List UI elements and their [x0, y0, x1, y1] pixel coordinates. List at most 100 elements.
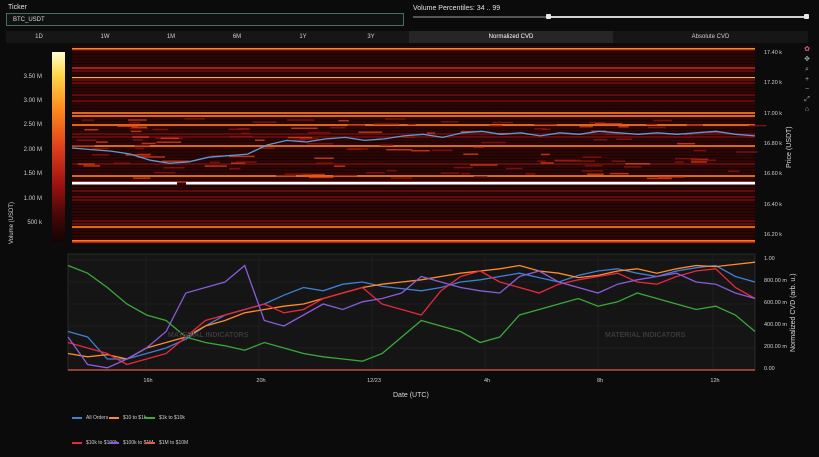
heatmap-cell — [134, 144, 151, 147]
cvd-x-tick: 4h — [483, 378, 491, 384]
zoom-out-icon[interactable]: − — [803, 86, 811, 94]
heatmap-cell — [152, 128, 169, 131]
cvd-x-tick: 8h — [596, 378, 604, 384]
heatmap-cell — [584, 164, 603, 167]
heatmap-cell — [156, 141, 182, 143]
heatmap-cell — [386, 148, 413, 151]
heatmap-band — [72, 115, 755, 118]
zoom-in-icon[interactable]: + — [803, 76, 811, 84]
heatmap-cell — [481, 141, 506, 144]
heatmap-cell — [582, 156, 602, 158]
cvd-x-tick: 12h — [710, 378, 720, 384]
heatmap-band — [72, 67, 755, 70]
cvd-chart[interactable] — [67, 253, 756, 371]
heatmap-band — [72, 214, 755, 217]
heatmap-cell — [130, 127, 148, 130]
heatmap-cell — [609, 172, 629, 175]
heatmap-cell — [307, 143, 333, 145]
heatmap-cell — [128, 122, 141, 124]
heatmap-cell — [386, 169, 397, 172]
heatmap-band — [72, 64, 755, 67]
heatmap-band — [72, 106, 755, 109]
heatmap-cell — [728, 170, 740, 172]
cvd-y-tick: 800.00 m — [764, 278, 787, 284]
heatmap-band — [72, 145, 755, 148]
heatmap-cell — [113, 162, 131, 164]
heatmap-cell — [81, 119, 95, 121]
legend-item-all-orders[interactable]: All Orders — [72, 415, 108, 421]
heatmap-cell — [255, 139, 265, 142]
legend-item-10-1k[interactable]: $10 to $1k — [109, 415, 146, 421]
heatmap-cell — [338, 119, 349, 122]
heatmap-hot-level — [72, 240, 755, 242]
heatmap-band — [72, 46, 755, 49]
heatmap-cell — [489, 125, 503, 127]
heatmap-cell — [441, 121, 459, 123]
heatmap-cell — [541, 128, 551, 131]
heatmap-cell — [358, 131, 383, 133]
cvd-x-tick: 16h — [143, 378, 153, 384]
heatmap-cell — [674, 161, 684, 163]
heatmap-wall — [72, 182, 177, 185]
zoom-icon[interactable]: ⌕ — [803, 66, 811, 74]
price-heatmap[interactable] — [71, 46, 767, 244]
legend-label: $1k to $10k — [159, 415, 185, 421]
heatmap-cell — [316, 162, 334, 164]
heatmap-cell — [470, 164, 498, 166]
heatmap-cell — [440, 172, 460, 174]
heatmap-cell — [492, 121, 514, 124]
heatmap-cell — [291, 127, 318, 130]
heatmap-band — [72, 52, 755, 55]
price-tick: 17.00 k — [764, 110, 783, 117]
heatmap-cell — [130, 130, 142, 133]
pan-icon[interactable]: ✥ — [803, 56, 811, 64]
heatmap-cell — [736, 151, 758, 153]
heatmap-cell — [407, 123, 416, 126]
heatmap-cell — [586, 173, 604, 175]
heatmap-cell — [461, 172, 470, 175]
heatmap-cell — [453, 166, 473, 169]
heatmap-cell — [540, 162, 554, 164]
heatmap-cell — [91, 147, 109, 150]
price-tick: 17.20 k — [764, 80, 783, 87]
heatmap-band — [72, 121, 755, 124]
heatmap-band — [72, 199, 755, 202]
heatmap-band — [72, 226, 755, 229]
heatmap-cell — [647, 126, 666, 129]
heatmap-cell — [204, 165, 227, 167]
cvd-y-tick: 400.00 m — [764, 322, 787, 328]
legend-swatch — [145, 417, 155, 419]
heatmap-cell — [365, 172, 385, 174]
heatmap-cell — [154, 171, 176, 174]
heatmap-cell — [473, 175, 488, 178]
legend-item-1m-10m[interactable]: $1M to $10M — [145, 440, 188, 446]
heatmap-band — [72, 217, 755, 220]
reset-axes-icon[interactable]: ⌂ — [803, 106, 811, 114]
cvd-y-tick: 0.00 — [764, 366, 775, 372]
heatmap-cell — [72, 145, 95, 147]
heatmap-cell — [595, 123, 623, 125]
heatmap-cell — [646, 177, 672, 180]
heatmap-cell — [579, 125, 593, 128]
heatmap-band — [72, 85, 755, 88]
legend-item-1k-10k[interactable]: $1k to $10k — [145, 415, 185, 421]
heatmap-cell — [463, 153, 479, 155]
heatmap-band — [72, 175, 755, 178]
heatmap-cell — [624, 166, 642, 168]
heatmap-cell — [473, 146, 484, 148]
heatmap-cell — [314, 157, 334, 159]
price-tick: 17.40 k — [764, 49, 783, 56]
heatmap-cell — [133, 177, 151, 179]
price-axis-title: Price (USDT) — [786, 126, 793, 168]
price-tick: 16.60 k — [764, 171, 783, 178]
heatmap-cell — [330, 126, 346, 129]
heatmap-cell — [581, 170, 603, 172]
autoscale-icon[interactable]: ⤢ — [803, 96, 811, 104]
heatmap-band — [72, 139, 755, 142]
heatmap-cell — [308, 176, 334, 179]
heatmap-cell — [611, 160, 626, 162]
heatmap-cell — [83, 165, 101, 167]
heatmap-cell — [347, 124, 366, 127]
heatmap-cell — [96, 141, 108, 143]
heatmap-band — [72, 205, 755, 208]
